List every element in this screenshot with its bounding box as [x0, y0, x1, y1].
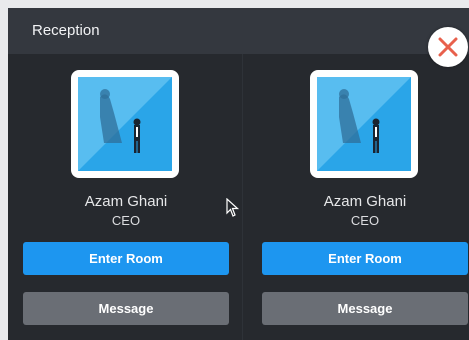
panel-title: Reception [32, 22, 100, 39]
close-icon [438, 37, 458, 57]
contact-name: Azam Ghani [84, 193, 168, 210]
panel-header: Reception [8, 8, 469, 54]
room-thumbnail [71, 70, 179, 178]
enter-room-button[interactable]: Enter Room [23, 242, 229, 275]
room-illustration [78, 77, 172, 171]
reception-panel: Reception Azam Ghani CEO Enter Room Mess… [8, 8, 469, 340]
mouse-cursor-icon [226, 198, 240, 217]
contact-name: Azam Ghani [323, 193, 407, 210]
contact-card: Azam Ghani CEO Enter Room Message [23, 70, 229, 330]
room-thumbnail [310, 70, 418, 178]
enter-room-button[interactable]: Enter Room [262, 242, 468, 275]
column-divider [242, 54, 243, 340]
contact-card: Azam Ghani CEO Enter Room Message [262, 70, 468, 330]
room-illustration [317, 77, 411, 171]
contact-role: CEO [111, 213, 141, 228]
close-button[interactable] [428, 27, 468, 67]
contact-role: CEO [350, 213, 380, 228]
message-button[interactable]: Message [262, 292, 468, 325]
message-button[interactable]: Message [23, 292, 229, 325]
